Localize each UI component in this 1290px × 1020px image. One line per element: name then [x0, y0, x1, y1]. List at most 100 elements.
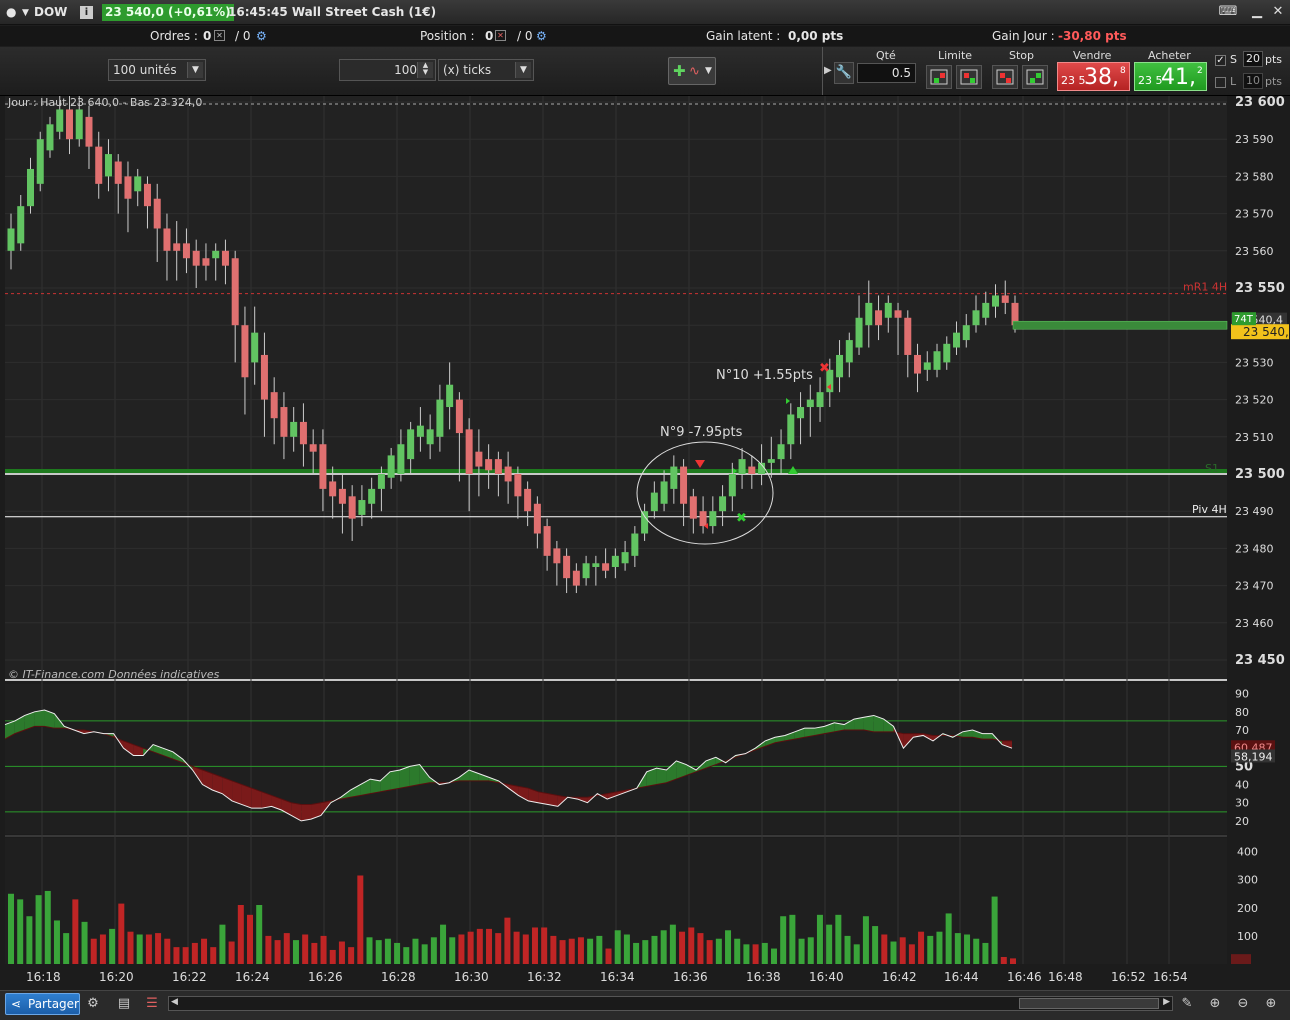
symbol-dropdown-icon[interactable]: ▼ — [22, 8, 29, 18]
candle — [709, 511, 717, 527]
units-select[interactable]: 100 unités ▼ — [108, 59, 206, 81]
indicator-icon[interactable]: ⚙ — [84, 995, 102, 1013]
volume-bar — [458, 934, 465, 964]
candle — [7, 228, 15, 251]
sell-price-prefix: 23 5 — [1061, 74, 1086, 87]
price-tick-label: 23 480 — [1235, 542, 1274, 555]
stop-buy-button[interactable] — [992, 65, 1018, 89]
collapse-arrow-icon[interactable]: ▶ — [824, 65, 832, 76]
limit-sell-button[interactable] — [956, 65, 982, 89]
candle — [563, 555, 571, 579]
spinner-icon[interactable]: ▲ ▼ — [417, 62, 433, 78]
candle — [124, 176, 132, 199]
wrench-icon[interactable]: 🔧 — [834, 62, 854, 84]
symbol-label[interactable]: DOW — [34, 5, 67, 19]
exit-marker: ✖ — [736, 511, 747, 526]
volume-bar — [394, 942, 401, 964]
candle — [816, 392, 824, 408]
oscillator-fill — [370, 779, 381, 794]
stop-buy-icon — [996, 69, 1014, 85]
candle — [17, 206, 25, 244]
chart-area[interactable]: 23 600 23 590 23 580 23 570 23 560 23 550 23 5… — [0, 96, 1290, 990]
volume-bar — [522, 934, 529, 964]
oscillator-tick-label: 90 — [1235, 688, 1249, 701]
volume-bar — [191, 942, 198, 964]
candle — [602, 563, 610, 571]
candle — [543, 526, 551, 556]
volume-bar — [761, 942, 768, 964]
app-icon[interactable]: ● — [6, 5, 16, 19]
trading-window: ● ▼ DOW i 23 540,0 (+0,61%) 16:45:45 Wal… — [0, 0, 1290, 1020]
oscillator-fill — [656, 768, 667, 785]
volume-bar — [743, 944, 750, 964]
volume-bar — [973, 938, 980, 964]
zoom-in-icon[interactable]: ⊕ — [1262, 995, 1280, 1013]
stop-checkbox[interactable]: ✓ — [1215, 55, 1226, 66]
sell-price-main: 38, — [1084, 65, 1119, 90]
title-bar: ● ▼ DOW i 23 540,0 (+0,61%) 16:45:45 Wal… — [0, 0, 1290, 25]
list-icon[interactable]: ☰ — [143, 995, 161, 1013]
volume-bar — [504, 917, 511, 964]
volume-bar — [862, 916, 869, 964]
stop-s-label: S — [1230, 53, 1237, 66]
price-tick-label: 23 590 — [1235, 133, 1274, 146]
chevron-down-icon[interactable]: ▼ — [705, 66, 712, 76]
volume-bar — [651, 935, 658, 964]
volume-bar — [90, 938, 97, 964]
scroll-left-icon[interactable]: ◀ — [171, 997, 178, 1007]
candle — [56, 109, 64, 132]
oscillator-tick-label: 40 — [1235, 779, 1249, 792]
volume-bar — [210, 947, 217, 964]
volume-tick-label: 400 — [1237, 846, 1258, 859]
volume-bar — [53, 920, 60, 964]
keyboard-icon[interactable]: ⌨ — [1218, 4, 1238, 20]
buy-button[interactable]: 23 5 41, 2 — [1134, 62, 1207, 91]
volume-bar — [430, 937, 437, 964]
candle — [377, 474, 385, 489]
gain-jour-value: -30,80 pts — [1058, 29, 1127, 43]
sell-button[interactable]: 23 5 38, 8 — [1057, 62, 1130, 91]
close-button[interactable]: ✕ — [1270, 4, 1286, 20]
volume-bar — [633, 942, 640, 964]
limit-pts-input[interactable]: 10 — [1243, 73, 1263, 89]
zoom-fit-icon[interactable]: ⊕ — [1206, 995, 1224, 1013]
stop-pts-input[interactable]: 20 — [1243, 51, 1263, 67]
scroll-right-icon[interactable]: ▶ — [1163, 997, 1170, 1007]
chevron-down-icon[interactable]: ▼ — [515, 62, 531, 78]
limit-checkbox[interactable] — [1215, 77, 1226, 88]
ticks-select[interactable]: (x) ticks ▼ — [438, 59, 534, 81]
candle — [280, 407, 288, 437]
zoom-out-icon[interactable]: ⊖ — [1234, 995, 1252, 1013]
orders-settings-icon[interactable]: ⚙ — [256, 29, 267, 43]
share-button[interactable]: ⋖ Partager — [5, 993, 80, 1015]
candle — [182, 243, 190, 259]
cancel-orders-icon[interactable]: ✕ — [214, 30, 225, 41]
minimize-button[interactable]: ▁ — [1249, 4, 1265, 20]
draw-tool-icon[interactable]: ✎ — [1178, 995, 1196, 1013]
limit-buy-button[interactable] — [926, 65, 952, 89]
candle — [202, 258, 210, 266]
volume-bar — [348, 947, 355, 964]
tag-label: 74T — [1234, 314, 1254, 325]
info-icon[interactable]: i — [80, 6, 93, 19]
position-bar — [1012, 320, 1228, 330]
qty-input[interactable]: 0.5 — [857, 63, 916, 83]
ticks-input[interactable]: 100 ▲ ▼ — [339, 59, 436, 81]
limit-sell-icon — [960, 69, 978, 85]
volume-bar — [734, 938, 741, 964]
chevron-down-icon[interactable]: ▼ — [187, 62, 203, 78]
position-settings-icon[interactable]: ⚙ — [536, 29, 547, 43]
candle — [631, 533, 639, 556]
horizontal-scrollbar[interactable]: ◀ ▶ — [168, 996, 1173, 1011]
close-position-icon[interactable]: ✕ — [495, 30, 506, 41]
volume-bar — [155, 933, 162, 964]
scrollbar-thumb[interactable] — [1019, 998, 1159, 1009]
template-icon[interactable]: ▤ — [115, 995, 133, 1013]
strategy-button[interactable]: ✚ ∿ ▼ — [668, 57, 716, 85]
ticks-select-value: (x) ticks — [443, 63, 492, 77]
candle — [143, 183, 151, 207]
stop-sell-button[interactable] — [1022, 65, 1048, 89]
volume-bar — [936, 931, 943, 964]
candle — [738, 459, 746, 474]
volume-bar — [780, 916, 787, 964]
